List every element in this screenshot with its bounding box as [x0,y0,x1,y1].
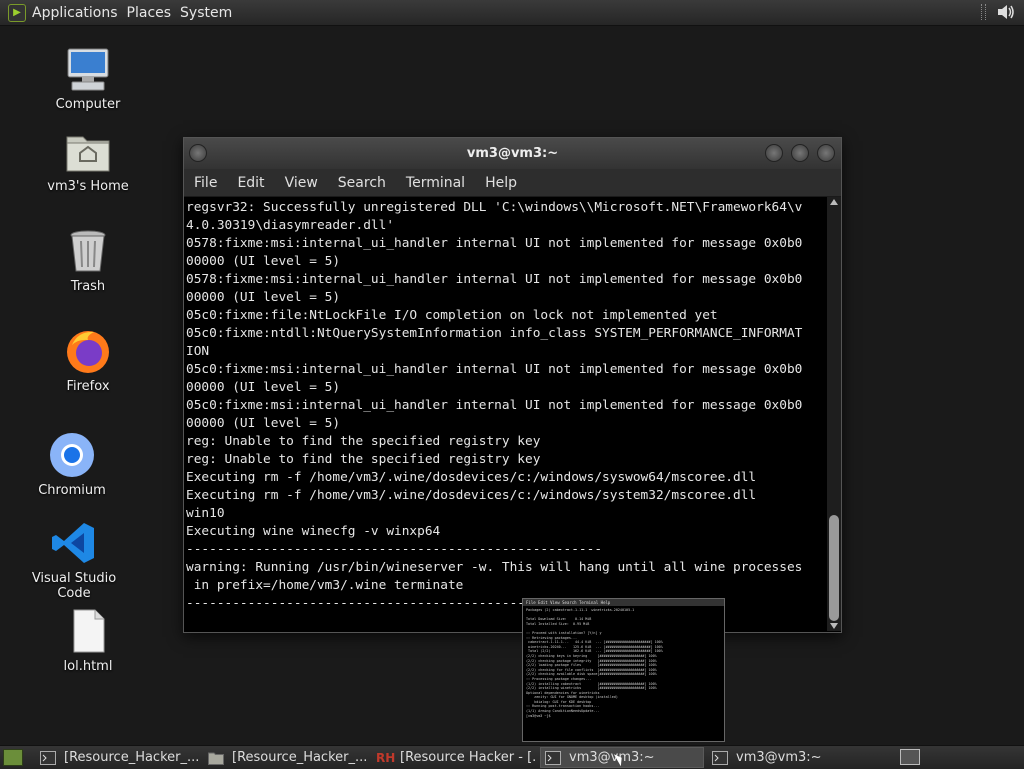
taskbar-task-5[interactable]: vm3@vm3:~ [708,747,872,768]
desktop-icon-vscode[interactable]: Visual Studio Code [14,519,134,601]
vscode-icon [52,523,94,563]
menu-file[interactable]: File [184,175,227,191]
desktop-icon-computer[interactable]: Computer [28,45,148,112]
taskbar-task-3[interactable]: RH [Resource Hacker - [... [372,747,536,768]
workspace-switcher[interactable] [900,749,920,765]
terminal-line: Executing wine winecfg -v winxp64 [186,524,441,539]
desktop-icon-label: Chromium [38,483,106,498]
desktop-icon-trash[interactable]: Trash [28,227,148,294]
desktop-icon-lol-html[interactable]: lol.html [28,607,148,674]
minimize-button[interactable] [765,144,783,162]
terminal-line: ----------------------------------------… [186,596,603,611]
folder-icon [208,752,224,765]
chromium-icon [50,433,94,477]
panel-handle[interactable] [981,4,986,20]
desktop-icon-label: Computer [55,97,121,112]
close-button[interactable] [817,144,835,162]
terminal-line: 05c0:fixme:msi:internal_ui_handler inter… [186,362,803,377]
firefox-icon [67,331,109,373]
menu-edit[interactable]: Edit [227,175,274,191]
terminal-line: reg: Unable to find the specified regist… [186,434,541,449]
terminal-scrollbar[interactable] [827,197,841,631]
show-desktop-button[interactable] [3,749,23,766]
task-label: [Resource Hacker - [... [400,750,536,765]
desktop-icon-label: Firefox [66,379,110,394]
maximize-button[interactable] [791,144,809,162]
desktop-icon-label: Trash [70,279,106,294]
terminal-line: 00000 (UI level = 5) [186,290,341,305]
terminal-line: reg: Unable to find the specified regist… [186,452,541,467]
terminal-icon [40,750,56,765]
terminal-line: 4.0.30319\diasymreader.dll' [186,218,395,233]
terminal-line: win10 [186,506,225,521]
menu-places[interactable]: Places [127,5,181,21]
taskbar-task-1[interactable]: [Resource_Hacker_... [36,747,200,768]
preview-output: Packages (2) cabextract-1.11-1 winetrick… [523,606,724,720]
top-panel: ▶ Applications Places System [0,0,1024,26]
scrollbar-thumb[interactable] [829,515,839,621]
terminal-window[interactable]: vm3@vm3:~ File Edit View Search Terminal… [183,137,842,633]
window-menu-button[interactable] [189,144,207,162]
terminal-line: ION [186,344,210,359]
terminal-line: ----------------------------------------… [186,542,603,557]
terminal-line: 05c0:fixme:msi:internal_ui_handler inter… [186,398,803,413]
window-preview-thumbnail[interactable]: File Edit View Search Terminal Help Pack… [522,598,725,742]
desktop-icon-label: Visual Studio Code [31,571,117,601]
window-title: vm3@vm3:~ [466,146,559,161]
terminal-menubar: File Edit View Search Terminal Help [184,169,841,197]
terminal-line: 05c0:fixme:file:NtLockFile I/O completio… [186,308,718,323]
terminal-line: 00000 (UI level = 5) [186,416,341,431]
terminal-line: 0578:fixme:msi:internal_ui_handler inter… [186,236,803,251]
bottom-taskbar: [Resource_Hacker_... [Resource_Hacker_..… [0,745,1024,769]
terminal-line: Executing rm -f /home/vm3/.wine/dosdevic… [186,470,757,485]
terminal-line: Executing rm -f /home/vm3/.wine/dosdevic… [186,488,757,503]
menu-system[interactable]: System [180,5,241,21]
desktop-icon-label: lol.html [63,659,113,674]
window-titlebar[interactable]: vm3@vm3:~ [184,138,841,169]
terminal-line: 0578:fixme:msi:internal_ui_handler inter… [186,272,803,287]
menu-terminal[interactable]: Terminal [396,175,475,191]
terminal-line: regsvr32: Successfully unregistered DLL … [186,200,803,215]
applications-logo-icon[interactable]: ▶ [8,3,26,22]
terminal-line: [vm3@vm3 ~]$ [526,713,551,718]
trash-icon [70,230,106,272]
menu-help[interactable]: Help [475,175,527,191]
task-label: [Resource_Hacker_... [64,750,200,765]
task-label: vm3@vm3:~ [569,750,655,765]
desktop-icon-label: vm3's Home [47,179,129,194]
desktop-icon-home[interactable]: vm3's Home [28,127,148,194]
task-label: [Resource_Hacker_... [232,750,368,765]
home-folder-icon [66,136,110,172]
menu-applications[interactable]: Applications [32,5,127,21]
scroll-up-arrow-icon[interactable] [830,199,838,205]
task-label: vm3@vm3:~ [736,750,822,765]
preview-menubar: File Edit View Search Terminal Help [523,599,724,606]
desktop-icon-chromium[interactable]: Chromium [12,431,132,498]
volume-icon[interactable] [996,3,1016,21]
terminal-line: in prefix=/home/vm3/.wine terminate [186,578,464,593]
terminal-line: 05c0:fixme:ntdll:NtQuerySystemInformatio… [186,326,803,341]
terminal-line: 00000 (UI level = 5) [186,254,341,269]
terminal-icon [545,750,561,765]
terminal-line: 00000 (UI level = 5) [186,380,341,395]
scroll-down-arrow-icon[interactable] [830,623,838,629]
panel-tray [981,3,1016,21]
file-icon [73,609,105,653]
menu-view[interactable]: View [275,175,328,191]
menu-search[interactable]: Search [328,175,396,191]
terminal-icon [712,750,728,765]
terminal-output[interactable]: regsvr32: Successfully unregistered DLL … [184,197,825,631]
computer-icon [67,48,109,91]
resource-hacker-icon: RH [376,750,396,765]
taskbar-task-2[interactable]: [Resource_Hacker_... [204,747,368,768]
terminal-line: warning: Running /usr/bin/wineserver -w.… [186,560,803,575]
desktop-icon-firefox[interactable]: Firefox [28,327,148,394]
